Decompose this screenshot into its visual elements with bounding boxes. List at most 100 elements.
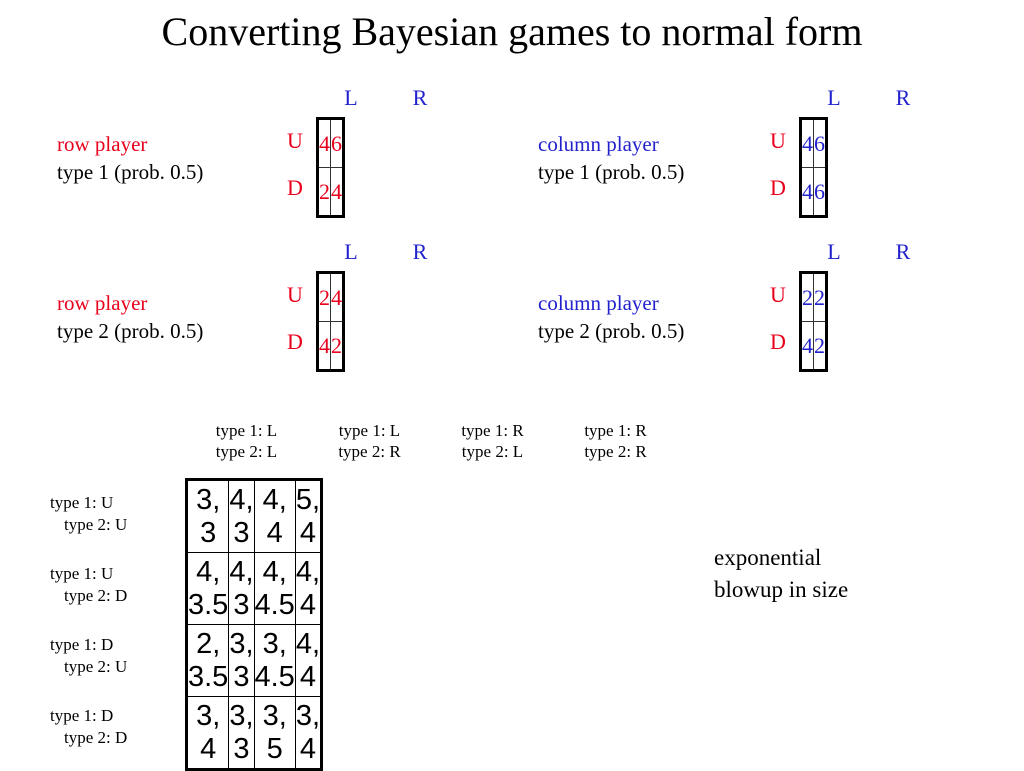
row-header-U: U — [770, 282, 786, 307]
header-line-1: type 1: L — [338, 421, 401, 440]
column-header-L: L — [827, 85, 841, 110]
payoff-cell: 6 — [813, 118, 827, 168]
table-row: 2, 3.5 3, 3 3, 4.5 4, 4 — [185, 624, 323, 697]
payoff-cell: 4 — [800, 118, 814, 168]
table-row: 4, 3.5 4, 3 4, 4.5 4, 4 — [185, 552, 323, 625]
caption-column-player-type-1: column player type 1 (prob. 0.5) — [538, 130, 684, 186]
header-line-1: type 1: R — [461, 421, 524, 440]
column-header-L: L — [344, 239, 358, 264]
payoff-cell: 2 — [813, 321, 827, 371]
normal-form-column-header: type 1: R type 2: L — [431, 420, 554, 462]
payoff-cell: 2 — [317, 167, 331, 217]
payoff-matrix-row-player-type-1: L R U D 4 6 2 4 — [287, 85, 427, 218]
normal-form-cell: 3, 3 — [185, 479, 230, 553]
column-header-R: R — [412, 239, 428, 264]
normal-form-cell: 4, 4 — [253, 479, 296, 553]
row-header-U: U — [287, 128, 303, 153]
payoff-matrix-row-player-type-2: L R U D 2 4 4 2 — [287, 239, 427, 372]
column-header-R: R — [895, 85, 911, 110]
column-header-L: L — [344, 85, 358, 110]
payoff-cell: 4 — [330, 167, 344, 217]
caption-column-player-type-2: column player type 2 (prob. 0.5) — [538, 289, 684, 345]
normal-form-column-header: type 1: L type 2: L — [185, 420, 308, 462]
normal-form-column-header: type 1: L type 2: R — [308, 420, 431, 462]
payoff-cell: 2 — [813, 272, 827, 322]
type-label: type 2 (prob. 0.5) — [538, 319, 685, 343]
payoff-matrix-column-player-type-2: L R U D 2 2 4 2 — [770, 239, 910, 372]
payoff-cell: 4 — [800, 321, 814, 371]
header-line-1: type 1: D — [50, 705, 114, 725]
row-header-D: D — [287, 175, 303, 200]
payoff-cell: 2 — [330, 321, 344, 371]
normal-form-cell: 3, 4 — [185, 696, 230, 770]
row-header-D: D — [770, 175, 786, 200]
normal-form-cell: 4, 4 — [294, 624, 323, 697]
payoff-cell: 4 — [317, 321, 331, 371]
normal-form-cell: 5, 4 — [294, 479, 323, 553]
payoff-cell: 4 — [317, 118, 331, 168]
normal-form-cell: 3, 4 — [294, 696, 323, 770]
normal-form-table: 3, 3 4, 3 4, 4 5, 4 4, 3.5 4, 3 4, 4.5 4… — [185, 478, 323, 771]
row-header-D: D — [287, 329, 303, 354]
payoff-cell: 2 — [800, 272, 814, 322]
normal-form-row-header: type 1: D type 2: U — [38, 620, 178, 691]
player-label: row player — [57, 132, 148, 156]
normal-form-cell: 3, 3 — [228, 696, 255, 770]
normal-form-row-header: type 1: U type 2: D — [38, 549, 178, 620]
normal-form-cell: 3, 5 — [253, 696, 296, 770]
header-line-1: type 1: L — [215, 421, 278, 440]
table-row: 4 6 — [317, 118, 344, 168]
table-row: 2 4 — [317, 167, 344, 217]
header-line-2: type 2: U — [64, 656, 128, 676]
payoff-cell: 6 — [330, 118, 344, 168]
header-line-2: type 2: D — [64, 585, 128, 605]
header-line-2: type 2: U — [64, 514, 128, 534]
normal-form-cell: 3, 3 — [228, 624, 255, 697]
normal-form-row-header: type 1: D type 2: D — [38, 691, 178, 762]
normal-form-column-headers: type 1: L type 2: L type 1: L type 2: R … — [185, 420, 677, 462]
normal-form-row-header: type 1: U type 2: U — [38, 478, 178, 549]
table-row: 4 6 — [800, 167, 827, 217]
normal-form-cell: 2, 3.5 — [185, 624, 230, 697]
row-header-U: U — [287, 282, 303, 307]
normal-form-cell: 4, 4.5 — [253, 552, 296, 625]
table-row: 4 2 — [317, 321, 344, 371]
player-label: row player — [57, 291, 148, 315]
table-row: 2 4 — [317, 272, 344, 322]
normal-form-cell: 4, 3 — [228, 479, 255, 553]
header-line-1: type 1: U — [50, 492, 114, 512]
payoff-cell: 4 — [800, 167, 814, 217]
side-note-line-2: blowup in size — [714, 577, 849, 602]
side-note-line-1: exponential — [714, 545, 822, 570]
normal-form-column-header: type 1: R type 2: R — [554, 420, 677, 462]
header-line-1: type 1: R — [584, 421, 647, 440]
header-line-2: type 2: R — [584, 442, 647, 461]
column-header-R: R — [412, 85, 428, 110]
payoff-table: 2 4 4 2 — [316, 271, 345, 372]
row-header-D: D — [770, 329, 786, 354]
table-row: 4 2 — [800, 321, 827, 371]
page-title: Converting Bayesian games to normal form — [161, 9, 863, 54]
payoff-cell: 4 — [330, 272, 344, 322]
header-line-2: type 2: R — [338, 442, 401, 461]
type-label: type 2 (prob. 0.5) — [57, 319, 204, 343]
header-line-2: type 2: L — [215, 442, 278, 461]
table-row: 3, 3 4, 3 4, 4 5, 4 — [185, 479, 323, 553]
header-line-2: type 2: L — [461, 442, 524, 461]
normal-form-cell: 4, 4 — [294, 552, 323, 625]
table-row: 4 6 — [800, 118, 827, 168]
side-note-annotation: exponential blowup in size — [714, 542, 848, 606]
row-header-U: U — [770, 128, 786, 153]
table-row: 3, 4 3, 3 3, 5 3, 4 — [185, 696, 323, 770]
column-header-R: R — [895, 239, 911, 264]
normal-form-row-headers: type 1: U type 2: U type 1: U type 2: D … — [38, 478, 178, 762]
normal-form-cell: 3, 4.5 — [253, 624, 296, 697]
payoff-cell: 6 — [813, 167, 827, 217]
type-label: type 1 (prob. 0.5) — [57, 160, 204, 184]
normal-form-cell: 4, 3 — [228, 552, 255, 625]
caption-row-player-type-1: row player type 1 (prob. 0.5) — [57, 130, 203, 186]
header-line-2: type 2: D — [64, 727, 128, 747]
table-row: 2 2 — [800, 272, 827, 322]
type-label: type 1 (prob. 0.5) — [538, 160, 685, 184]
player-label: column player — [538, 291, 659, 315]
